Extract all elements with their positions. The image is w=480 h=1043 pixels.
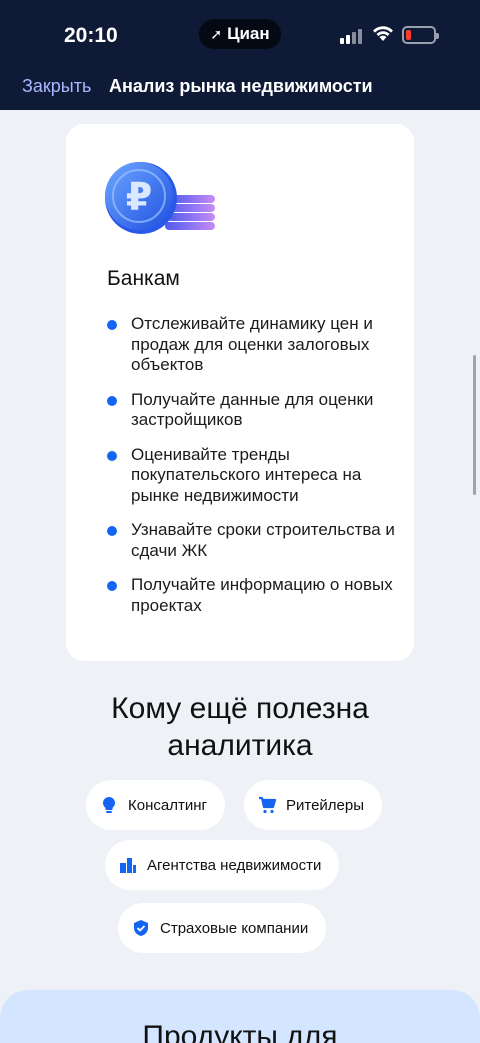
svg-text:₽: ₽ bbox=[126, 175, 152, 219]
card-title: Банкам bbox=[107, 267, 180, 290]
chip-real-estate-agencies[interactable]: Агентства недвижимости bbox=[105, 840, 340, 890]
bullet-dot-icon bbox=[107, 581, 117, 591]
list-item: Получайте информацию о новых проектах bbox=[107, 575, 407, 616]
shield-check-icon bbox=[134, 920, 148, 936]
chip-label: Агентства недвижимости bbox=[147, 856, 322, 874]
cart-icon bbox=[259, 796, 276, 814]
bullet-dot-icon bbox=[107, 526, 117, 536]
island-label: Циан bbox=[227, 24, 270, 43]
chip-consulting[interactable]: Консалтинг bbox=[86, 780, 225, 830]
list-item: Отслеживайте динамику цен и продаж для о… bbox=[107, 314, 407, 376]
list-item: Узнавайте сроки строительства и сдачи ЖК bbox=[107, 520, 407, 561]
status-bar: 20:10 ➚ Циан bbox=[0, 18, 480, 52]
dynamic-island[interactable]: ➚ Циан bbox=[199, 19, 281, 49]
buildings-icon bbox=[120, 858, 136, 873]
section-title: Кому ещё полезна аналитика bbox=[111, 692, 369, 762]
status-time: 20:10 bbox=[64, 24, 118, 47]
list-item: Оценивайте тренды покупательского интере… bbox=[107, 445, 407, 507]
scrollbar[interactable] bbox=[473, 355, 476, 495]
location-arrow-icon: ➚ bbox=[210, 25, 223, 42]
banks-card: ₽ Банкам Отслеживайте динамику цен и про… bbox=[66, 124, 414, 661]
page-title: Анализ рынка недвижимости bbox=[109, 76, 373, 96]
bullet-dot-icon bbox=[107, 320, 117, 330]
chip-label: Ритейлеры bbox=[286, 796, 365, 814]
chip-retailers[interactable]: Ритейлеры bbox=[244, 780, 383, 830]
products-title: Продукты для bbox=[142, 1020, 338, 1043]
bullet-dot-icon bbox=[107, 450, 117, 461]
chip-label: Консалтинг bbox=[128, 796, 207, 814]
benefits-list: Отслеживайте динамику цен и продаж для о… bbox=[107, 314, 407, 630]
ruble-coin-icon: ₽ bbox=[105, 162, 215, 234]
close-button[interactable]: Закрыть bbox=[22, 76, 91, 97]
nav-row: Закрыть Анализ рынка недвижимости bbox=[0, 70, 480, 102]
top-bar: 20:10 ➚ Циан Закрыть Анализ рынка недвиж… bbox=[0, 0, 480, 110]
battery-icon bbox=[402, 26, 439, 44]
cellular-signal-icon bbox=[340, 28, 362, 44]
lightbulb-icon bbox=[102, 796, 116, 813]
chip-label: Страховые компании bbox=[160, 919, 309, 937]
chip-insurance[interactable]: Страховые компании bbox=[118, 903, 327, 953]
bullet-dot-icon bbox=[107, 395, 117, 406]
list-item: Получайте данные для оценки застройщиков bbox=[107, 390, 407, 431]
wifi-icon bbox=[373, 26, 393, 41]
